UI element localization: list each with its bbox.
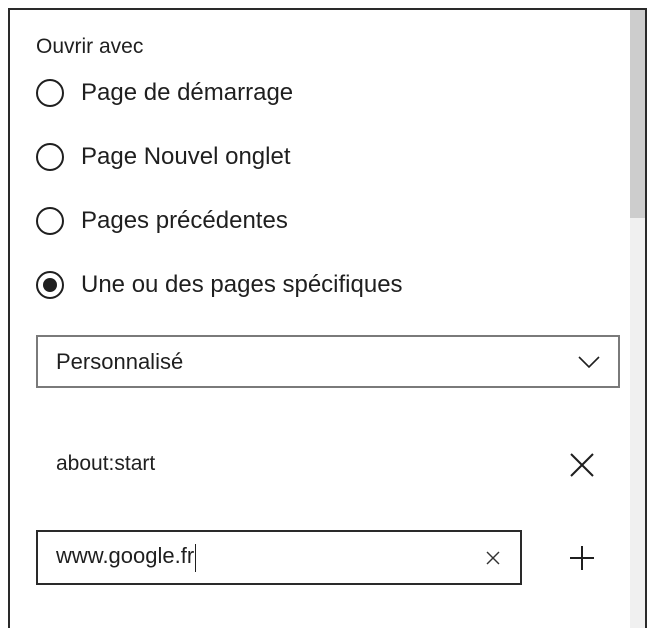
radio-option-specific-pages[interactable]: Une ou des pages spécifiques: [36, 267, 403, 303]
radio-label: Page de démarrage: [81, 79, 294, 106]
radio-label: Page Nouvel onglet: [81, 143, 291, 170]
url-input-value: www.google.fr: [56, 543, 484, 572]
settings-panel: Ouvrir avec Page de démarrage Page Nouve…: [8, 8, 647, 628]
radio-option-start-page[interactable]: Page de démarrage: [36, 75, 293, 111]
page-url-item: about:start: [56, 452, 156, 475]
radio-label: Pages précédentes: [81, 207, 288, 234]
radio-label: Une ou des pages spécifiques: [81, 271, 403, 298]
dropdown-selected-value: Personnalisé: [56, 348, 184, 374]
chevron-down-icon: [578, 355, 600, 368]
section-title: Ouvrir avec: [36, 35, 144, 58]
plus-icon[interactable]: [568, 544, 596, 572]
clear-icon[interactable]: [484, 549, 502, 567]
radio-button[interactable]: [36, 207, 64, 235]
close-icon[interactable]: [567, 450, 597, 480]
new-page-url-input[interactable]: www.google.fr: [36, 530, 522, 585]
pages-dropdown[interactable]: Personnalisé: [36, 335, 620, 388]
url-input-text: www.google.fr: [56, 543, 195, 569]
radio-button-selected[interactable]: [36, 271, 64, 299]
radio-button[interactable]: [36, 143, 64, 171]
radio-button[interactable]: [36, 79, 64, 107]
scrollbar[interactable]: [630, 10, 645, 628]
text-caret: [195, 543, 197, 572]
radio-option-previous-pages[interactable]: Pages précédentes: [36, 203, 288, 239]
radio-option-new-tab[interactable]: Page Nouvel onglet: [36, 139, 290, 175]
scrollbar-thumb[interactable]: [630, 10, 645, 218]
